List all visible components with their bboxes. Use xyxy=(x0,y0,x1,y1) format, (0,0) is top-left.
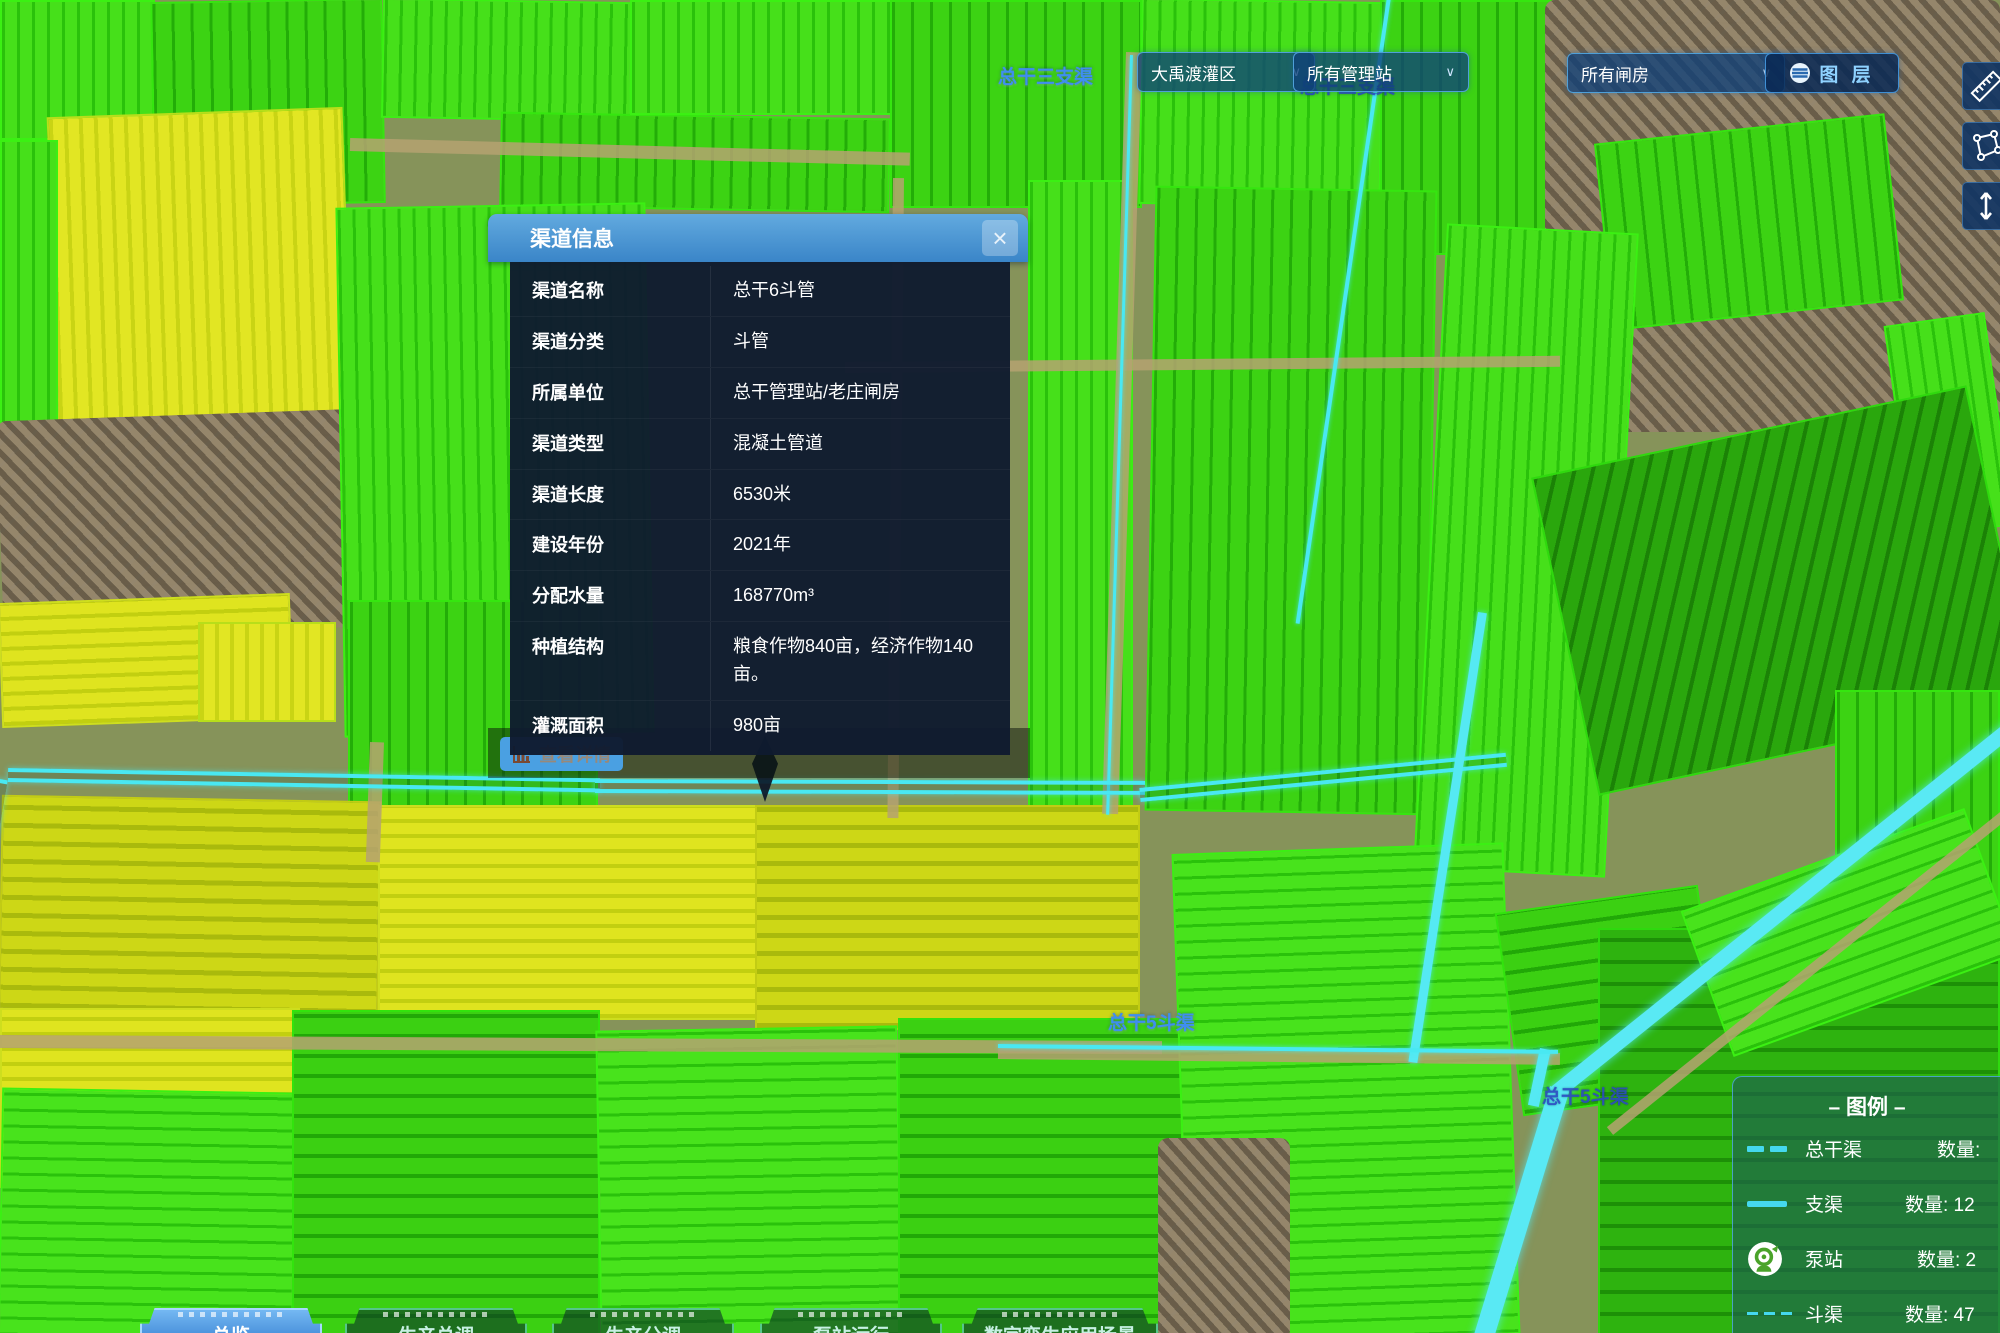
popup-row: 建设年份2021年 xyxy=(510,520,1010,571)
gatehouse-dropdown[interactable]: 所有闸房 ∨ xyxy=(1567,53,1785,93)
irrigation-dashboard: 总干三支渠 总干三支渠 总干5斗渠 总干5斗渠 大禹渡灌区 ∨ 所有管理站 ∨ … xyxy=(0,0,2000,1333)
chevron-down-icon: ∨ xyxy=(1445,64,1455,80)
area-measure-tool-button[interactable] xyxy=(1962,122,2000,170)
field-overlay xyxy=(1145,186,1438,816)
field-overlay xyxy=(630,0,892,115)
tab-production-master-dispatch[interactable]: 生产总调 xyxy=(345,1308,527,1333)
field-overlay xyxy=(0,795,382,1017)
lateral-canal-dashed-line-symbol xyxy=(1747,1312,1793,1315)
district-dropdown-value: 大禹渡灌区 xyxy=(1151,60,1236,85)
station-dropdown[interactable]: 所有管理站 ∨ xyxy=(1293,52,1469,92)
ruler-icon xyxy=(1968,68,2000,104)
ruler-tool-button[interactable] xyxy=(1962,62,2000,110)
channel-info-popup-header: 渠道信息 × xyxy=(488,214,1028,262)
popup-row: 渠道名称总干6斗管 xyxy=(510,266,1010,317)
layers-button[interactable]: 图 层 xyxy=(1765,53,1899,93)
tab-overview[interactable]: 总览 xyxy=(140,1308,322,1333)
main-canal-dashed-line-symbol xyxy=(1747,1146,1793,1152)
canal-line xyxy=(595,779,1145,795)
tab-digital-twin-scenarios[interactable]: 数字孪生应用场景 xyxy=(962,1308,1158,1333)
channel-info-popup-body: 渠道名称总干6斗管 渠道分类斗管 所属单位总干管理站/老庄闸房 渠道类型混凝土管… xyxy=(510,262,1010,755)
map-label-canal: 总干5斗渠 xyxy=(1108,1008,1195,1035)
popup-row: 种植结构粮食作物840亩，经济作物140亩。 xyxy=(510,622,1010,701)
legend-item: 支渠 数量: 12 xyxy=(1733,1176,2000,1231)
field-overlay xyxy=(0,140,58,440)
legend-item: 总干渠 数量: xyxy=(1733,1121,2000,1176)
popup-row: 渠道分类斗管 xyxy=(510,317,1010,368)
field-overlay xyxy=(292,1010,600,1333)
village-area xyxy=(1158,1138,1290,1333)
popup-row: 渠道类型混凝土管道 xyxy=(510,419,1010,470)
map-label-canal: 总干5斗渠 xyxy=(1542,1082,1629,1109)
legend-item: 斗渠 数量: 47 xyxy=(1733,1286,2000,1333)
popup-row: 灌溉面积980亩 xyxy=(510,701,1010,751)
legend-panel: – 图例 – 总干渠 数量: 支渠 数量: 12 泵站 数量: 2 xyxy=(1732,1076,2000,1333)
popup-row: 所属单位总干管理站/老庄闸房 xyxy=(510,368,1010,419)
field-overlay xyxy=(0,1087,297,1333)
field-overlay xyxy=(378,805,758,1020)
close-icon[interactable]: × xyxy=(982,220,1018,256)
popup-row: 渠道长度6530米 xyxy=(510,470,1010,521)
field-overlay xyxy=(1138,0,1384,208)
district-dropdown[interactable]: 大禹渡灌区 ∨ xyxy=(1137,52,1315,92)
field-overlay xyxy=(890,0,1142,208)
tab-production-sub-dispatch[interactable]: 生产分调 xyxy=(552,1308,734,1333)
popup-title: 渠道信息 xyxy=(530,223,614,253)
field-overlay xyxy=(381,0,633,122)
field-overlay xyxy=(755,805,1140,1030)
field-overlay xyxy=(47,107,354,429)
field-overlay xyxy=(1594,113,1904,330)
station-dropdown-value: 所有管理站 xyxy=(1307,60,1392,85)
legend-title: – 图例 – xyxy=(1733,1091,2000,1121)
field-overlay xyxy=(595,1025,902,1333)
field-overlay xyxy=(898,1018,1183,1333)
polygon-measure-icon xyxy=(1968,128,2000,164)
tab-pump-station-operation[interactable]: 泵站运行 xyxy=(760,1308,942,1333)
map-label-canal: 总干三支渠 xyxy=(998,62,1093,89)
layers-icon xyxy=(1789,62,1811,84)
height-measure-tool-button[interactable] xyxy=(1962,182,2000,230)
layers-button-label: 图 层 xyxy=(1819,60,1874,87)
popup-row: 分配水量168770m³ xyxy=(510,571,1010,622)
gatehouse-dropdown-value: 所有闸房 xyxy=(1581,61,1649,86)
pump-station-icon xyxy=(1747,1241,1793,1277)
field-overlay xyxy=(198,622,336,722)
height-measure-icon xyxy=(1968,188,2000,224)
branch-canal-line-symbol xyxy=(1747,1201,1793,1207)
legend-item: 泵站 数量: 2 xyxy=(1733,1231,2000,1286)
